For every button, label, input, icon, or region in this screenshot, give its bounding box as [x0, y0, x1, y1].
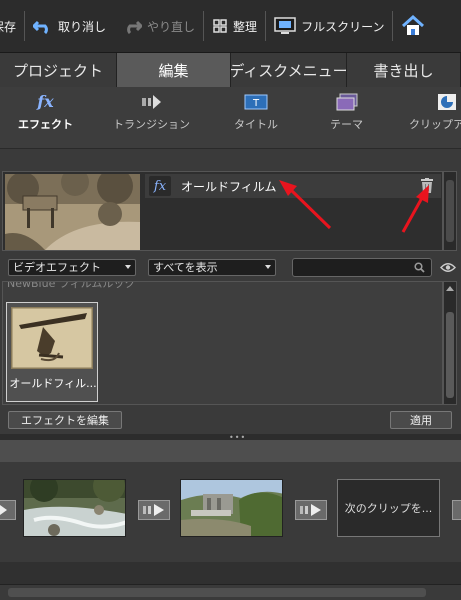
scrollbar-thumb[interactable]: [446, 180, 454, 242]
applied-effects-scrollbar[interactable]: [443, 171, 457, 251]
main-tabs: プロジェクト 編集 ディスクメニュー 書き出し: [0, 53, 461, 87]
timeline-footer: [0, 562, 461, 584]
timeline-clip[interactable]: [180, 479, 283, 537]
chevron-down-icon: [265, 265, 271, 269]
tab-disc-menu[interactable]: ディスクメニュー: [231, 53, 347, 87]
subtab-titles[interactable]: T タイトル: [234, 93, 278, 132]
subtab-transitions[interactable]: トランジション: [113, 93, 190, 132]
subtab-effects[interactable]: fx エフェクト: [18, 93, 73, 132]
applied-effects-panel: fx オールドフィルム: [2, 171, 443, 251]
tab-export[interactable]: 書き出し: [347, 53, 461, 87]
redo-button[interactable]: やり直し: [114, 0, 203, 52]
timeline: 次のクリップを...: [0, 462, 461, 562]
applied-effect-row[interactable]: fx オールドフィルム: [145, 174, 441, 198]
undo-label: 取り消し: [58, 19, 107, 34]
effect-search-input[interactable]: [292, 258, 432, 277]
edit-subtabs: fx エフェクト トランジション T タイトル テーマ クリップア: [0, 87, 461, 149]
fullscreen-button[interactable]: フルスクリーン: [266, 0, 392, 52]
effect-thumbnail: [11, 307, 93, 369]
effect-category-value: ビデオエフェクト: [13, 261, 101, 274]
subtab-transitions-label: トランジション: [113, 118, 190, 131]
scrollbar-thumb[interactable]: [8, 588, 426, 597]
subtab-titles-label: タイトル: [234, 118, 278, 131]
home-icon: [402, 15, 425, 35]
effect-category-dropdown[interactable]: ビデオエフェクト: [8, 259, 136, 276]
timeline-header: [0, 440, 461, 462]
tab-project[interactable]: プロジェクト: [0, 53, 117, 87]
timeline-scrollbar[interactable]: [0, 584, 461, 600]
organize-button[interactable]: 整理: [204, 0, 265, 52]
library-scrollbar[interactable]: [443, 281, 457, 405]
transition-icon: [300, 504, 321, 516]
clip-preview-image: [5, 174, 140, 250]
transition-slot[interactable]: [452, 500, 461, 520]
show-filter-value: すべてを表示: [153, 261, 218, 274]
redo-icon: [127, 20, 143, 34]
clip-art-icon: [438, 94, 456, 110]
library-category-header: NewBlue フィルムルック: [7, 281, 136, 290]
fx-icon: fx: [37, 92, 54, 111]
subtab-themes-label: テーマ: [330, 118, 363, 131]
applied-effect-name: オールドフィルム: [181, 179, 277, 194]
transition-slot[interactable]: [295, 500, 327, 520]
apply-button[interactable]: 適用: [390, 411, 452, 429]
next-clip-placeholder[interactable]: 次のクリップを...: [337, 479, 440, 537]
toolbar: 保存 取り消し やり直し 整理 フルスクリーン: [0, 0, 461, 53]
undo-icon: [33, 20, 48, 34]
trash-icon[interactable]: [421, 178, 433, 193]
eye-icon[interactable]: [440, 262, 456, 273]
fx-icon: fx: [149, 176, 171, 196]
subtab-themes[interactable]: テーマ: [330, 93, 363, 132]
tab-edit[interactable]: 編集: [117, 53, 231, 87]
title-icon: T: [244, 94, 268, 110]
home-button[interactable]: [393, 0, 433, 52]
edit-effect-button[interactable]: エフェクトを編集: [8, 411, 122, 429]
save-button[interactable]: 保存: [0, 0, 24, 52]
effect-item-old-film[interactable]: オールドフィル...: [6, 302, 98, 402]
subtab-clip-art-label: クリップア: [409, 118, 461, 131]
transition-icon: [143, 504, 164, 516]
redo-label: やり直し: [147, 19, 196, 34]
theme-icon: [336, 93, 357, 111]
timeline-clip[interactable]: [23, 479, 126, 537]
effect-item-label: オールドフィル...: [9, 377, 97, 390]
scrollbar-thumb[interactable]: [446, 312, 454, 398]
spacer: [0, 149, 461, 171]
subtab-clip-art[interactable]: クリップア: [409, 93, 461, 132]
monitor-icon: [274, 17, 296, 34]
effect-library: NewBlue フィルムルック オールドフィル...: [2, 281, 443, 405]
undo-button[interactable]: 取り消し: [25, 0, 114, 52]
transition-icon: [0, 505, 7, 515]
subtab-effects-label: エフェクト: [18, 118, 73, 131]
show-filter-dropdown[interactable]: すべてを表示: [148, 259, 276, 276]
transition-slot[interactable]: [0, 500, 16, 520]
svg-text:T: T: [252, 98, 260, 109]
chevron-down-icon: [125, 265, 131, 269]
chevron-up-icon[interactable]: [446, 285, 454, 291]
organize-label: 整理: [233, 19, 258, 34]
fullscreen-label: フルスクリーン: [301, 19, 385, 34]
transition-icon: [141, 95, 161, 109]
search-icon: [414, 262, 425, 273]
effect-filter-bar: ビデオエフェクト すべてを表示: [0, 255, 461, 281]
save-label: 保存: [0, 19, 17, 34]
grid-icon: [213, 19, 227, 33]
transition-slot[interactable]: [138, 500, 170, 520]
